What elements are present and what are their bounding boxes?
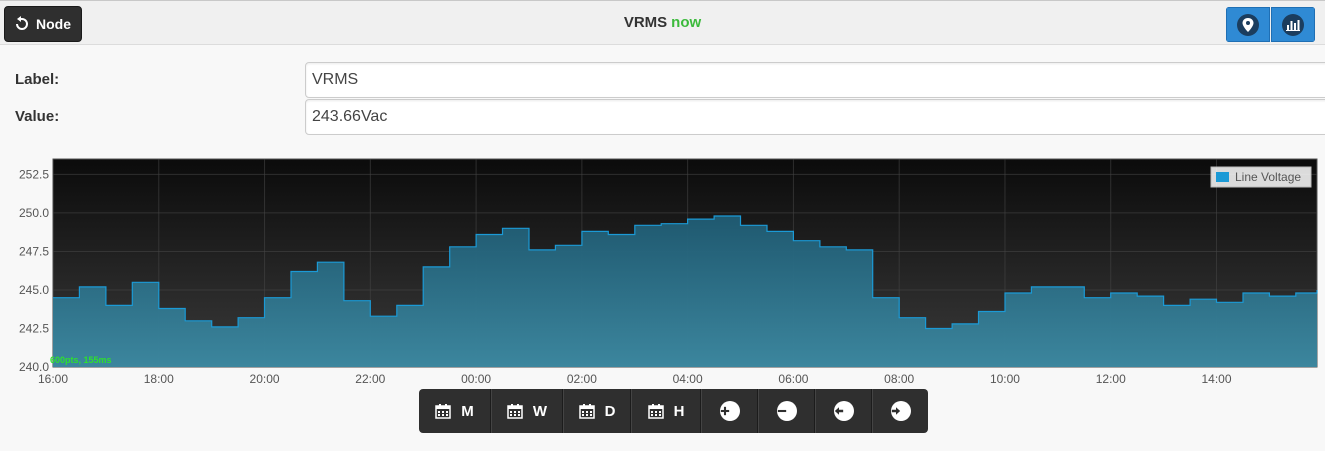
value-caption: Value: (15, 108, 60, 125)
chart-info-text: 600pts, 155ms (50, 355, 112, 365)
time-range-toolbar: M W D H (419, 389, 928, 433)
minus-icon (776, 401, 797, 421)
view-toggle-group (1226, 7, 1315, 42)
graph-view-button[interactable] (1271, 7, 1315, 42)
top-bar: Node VRMS now (0, 0, 1325, 45)
feed-name: VRMS (623, 14, 668, 31)
value-value-field[interactable]: 243.66Vac (305, 99, 1325, 135)
y-tick-label: 245.0 (19, 283, 49, 297)
x-tick-label: 00:00 (461, 372, 491, 386)
plus-icon (719, 401, 740, 421)
bar-chart-icon (1286, 19, 1300, 31)
x-tick-label: 18:00 (144, 372, 174, 386)
y-tick-label: 242.5 (19, 321, 49, 335)
bar-chart-icon-bg (1282, 13, 1304, 36)
range-hour-button[interactable]: H (631, 389, 701, 433)
range-day-button[interactable]: D (563, 389, 631, 433)
x-tick-label: 14:00 (1201, 372, 1231, 386)
map-pin-icon (1242, 17, 1254, 32)
range-week-label: W (532, 402, 548, 420)
range-week-button[interactable]: W (491, 389, 563, 433)
label-caption: Label: (15, 71, 60, 88)
app-window: Node VRMS now Label: VRMS Value: 243.66V… (0, 0, 1325, 451)
calendar-icon (507, 404, 523, 419)
pan-left-button[interactable] (815, 389, 872, 433)
range-month-button[interactable]: M (419, 389, 491, 433)
range-hour-label: H (673, 402, 685, 420)
x-tick-label: 20:00 (250, 372, 280, 386)
voltage-chart[interactable]: 240.0242.5245.0247.5250.0252.516:00 18:00… (0, 152, 1325, 388)
x-tick-label: 08:00 (884, 372, 914, 386)
y-tick-label: 250.0 (19, 206, 49, 220)
zoom-out-button[interactable] (758, 389, 815, 433)
x-tick-label: 22:00 (355, 372, 385, 386)
map-view-button[interactable] (1226, 7, 1270, 42)
x-tick-label: 06:00 (778, 372, 808, 386)
x-tick-label: 02:00 (567, 372, 597, 386)
arrow-right-icon (890, 401, 911, 421)
chart-legend: Line Voltage (1210, 166, 1312, 188)
legend-swatch (1216, 172, 1229, 182)
label-value-field[interactable]: VRMS (305, 62, 1325, 98)
map-pin-icon-bg (1237, 13, 1259, 36)
x-tick-label: 12:00 (1096, 372, 1126, 386)
range-month-label: M (461, 402, 474, 420)
y-tick-label: 247.5 (19, 244, 49, 258)
calendar-icon (647, 404, 664, 419)
zoom-in-button[interactable] (701, 389, 758, 433)
calendar-icon (435, 404, 451, 419)
legend-label: Line Voltage (1235, 170, 1301, 184)
x-tick-label: 16:00 (38, 372, 68, 386)
x-tick-label: 10:00 (990, 372, 1020, 386)
pan-right-button[interactable] (872, 389, 928, 433)
page-title: VRMS now (0, 14, 1325, 31)
calendar-icon (578, 404, 595, 419)
x-tick-label: 04:00 (673, 372, 703, 386)
range-day-label: D (604, 402, 616, 420)
arrow-left-icon (833, 401, 854, 421)
y-tick-label: 252.5 (19, 167, 49, 181)
feed-status: now (671, 14, 702, 31)
